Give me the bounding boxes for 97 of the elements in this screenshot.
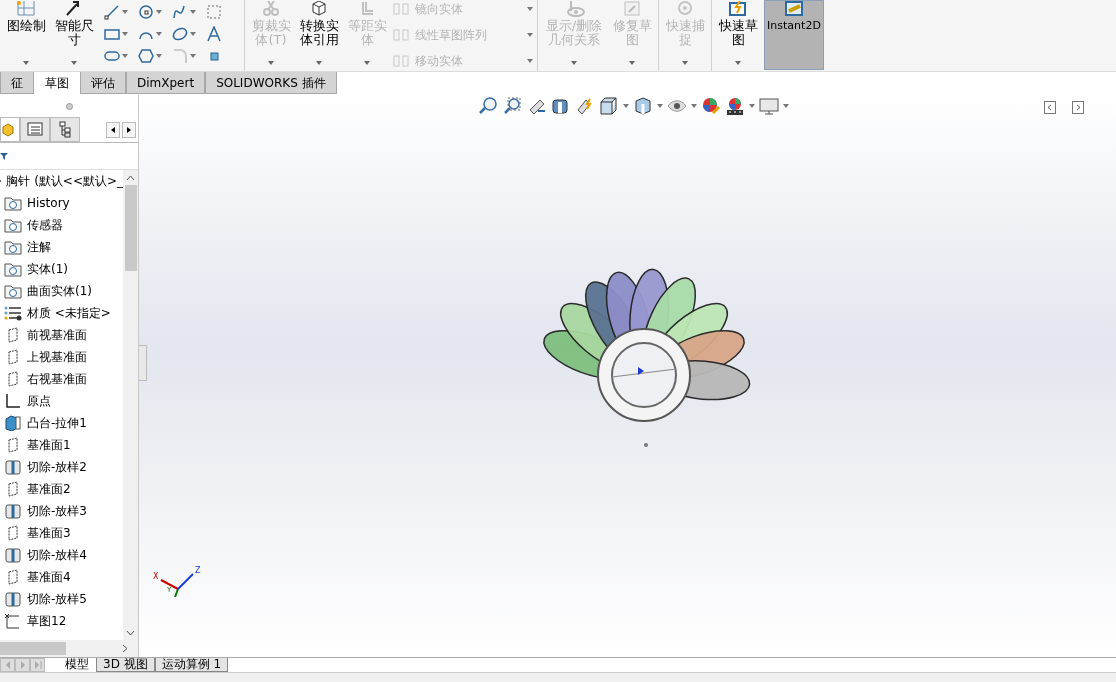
instant2d-button[interactable]: Instant2D [764, 0, 824, 70]
folder-icon [4, 217, 22, 233]
caret-icon[interactable] [71, 61, 77, 65]
caret-icon[interactable] [691, 104, 697, 108]
caret-icon[interactable] [527, 7, 533, 11]
command-tab[interactable]: 征 [0, 72, 34, 94]
tree-icon[interactable] [56, 121, 74, 138]
caret-icon[interactable] [749, 104, 755, 108]
rectangle-icon[interactable] [104, 26, 120, 42]
line-icon[interactable] [104, 4, 120, 20]
tree-item[interactable]: 基准面3 [0, 522, 123, 544]
circle-icon[interactable] [138, 4, 154, 20]
folder-icon [4, 283, 22, 299]
command-tab[interactable]: 评估 [80, 72, 126, 94]
tree-item[interactable]: 前视基准面 [0, 324, 123, 346]
spline-icon[interactable] [172, 4, 188, 20]
tree-item[interactable]: 注解 [0, 236, 123, 258]
scissors-icon [260, 1, 282, 17]
tree-item[interactable]: 切除-放样5 [0, 588, 123, 610]
view-tab[interactable]: 3D 视图 [96, 658, 155, 672]
caret-icon[interactable] [190, 10, 196, 14]
caret-icon[interactable] [657, 104, 663, 108]
cut-icon [4, 503, 22, 519]
caret-icon[interactable] [156, 10, 162, 14]
view-orientation-icon[interactable] [599, 97, 619, 115]
tree-item[interactable]: 切除-放样2 [0, 456, 123, 478]
material-icon [4, 305, 22, 321]
monitor-icon[interactable] [759, 97, 779, 115]
tree-item[interactable]: 曲面实体(1) [0, 280, 123, 302]
command-button[interactable]: 快速草图 [716, 0, 760, 70]
scroll-up-icon[interactable] [126, 175, 135, 181]
tree-item[interactable]: History [0, 192, 123, 214]
filter-icon[interactable] [0, 152, 8, 160]
tree-item[interactable]: 传感器 [0, 214, 123, 236]
command-tab[interactable]: DimXpert [126, 72, 206, 94]
splitter-handle[interactable] [139, 345, 147, 381]
tree-item[interactable]: 基准面4 [0, 566, 123, 588]
tree-item[interactable]: 切除-放样4 [0, 544, 123, 566]
folder-icon [4, 261, 22, 277]
hexagon-icon[interactable] [138, 48, 154, 64]
tree-item[interactable]: 原点 [0, 390, 123, 412]
eye-icon[interactable] [667, 97, 687, 115]
command-button[interactable]: 转换实体引用 [297, 0, 341, 70]
zoom-area-icon[interactable] [503, 97, 523, 115]
zoom-fit-icon[interactable] [479, 97, 499, 115]
scroll-down-icon[interactable] [126, 630, 135, 636]
caret-icon[interactable] [316, 61, 322, 65]
cut-icon [4, 591, 22, 607]
section-view-icon[interactable] [551, 97, 571, 115]
tree-item[interactable]: 凸台-拉伸1 [0, 412, 123, 434]
command-button[interactable]: 图绘制 [4, 0, 48, 70]
caret-icon[interactable] [527, 59, 533, 63]
tree-item[interactable]: 右视基准面 [0, 368, 123, 390]
tree-item[interactable]: 上视基准面 [0, 346, 123, 368]
folder-icon [4, 239, 22, 255]
caret-icon[interactable] [156, 32, 162, 36]
part-name[interactable]: 胸针 (默认<<默认>_ [6, 172, 123, 190]
caret-icon[interactable] [23, 61, 29, 65]
caret-icon[interactable] [122, 32, 128, 36]
ellipse-icon[interactable] [172, 26, 188, 42]
view-tab[interactable]: 运动算例 1 [154, 658, 229, 672]
panel-icon[interactable] [1044, 101, 1056, 114]
caret-icon[interactable] [623, 104, 629, 108]
tree-item[interactable]: 切除-放样3 [0, 500, 123, 522]
cut-icon [4, 547, 22, 563]
caret-icon[interactable] [190, 54, 196, 58]
tree-item[interactable]: 草图12 [0, 610, 123, 632]
scrollbar-thumb[interactable] [0, 642, 66, 655]
slot-icon[interactable] [104, 48, 120, 64]
caret-icon[interactable] [122, 10, 128, 14]
tree-item[interactable]: 基准面2 [0, 478, 123, 500]
color-wheel-icon[interactable] [701, 97, 721, 115]
scroll-right-icon[interactable] [122, 121, 136, 138]
tree-item[interactable]: 基准面1 [0, 434, 123, 456]
caret-icon[interactable] [156, 54, 162, 58]
sketch-icon [4, 613, 22, 629]
caret-icon[interactable] [783, 104, 789, 108]
command-button[interactable]: 智能尺寸 [52, 0, 96, 70]
scene-icon[interactable] [725, 97, 745, 115]
cut-icon [4, 459, 22, 475]
origin-icon [4, 393, 22, 409]
list-icon[interactable] [26, 121, 44, 138]
extrude-icon [4, 415, 22, 431]
caret-icon[interactable] [190, 32, 196, 36]
tree-item[interactable]: 实体(1) [0, 258, 123, 280]
tree-item[interactable]: 材质 <未指定> [0, 302, 123, 324]
caret-icon[interactable] [735, 61, 741, 65]
scrollbar-thumb[interactable] [124, 185, 137, 271]
caret-icon[interactable] [527, 33, 533, 37]
letter-a-icon[interactable] [206, 26, 222, 42]
display-style-icon[interactable] [633, 97, 653, 115]
command-tab[interactable]: SOLIDWORKS 插件 [205, 72, 337, 94]
panel-icon[interactable] [1072, 101, 1084, 114]
folder-icon [4, 195, 22, 211]
caret-icon[interactable] [122, 54, 128, 58]
grip-icon[interactable] [65, 102, 73, 110]
scroll-left-icon[interactable] [106, 121, 120, 138]
